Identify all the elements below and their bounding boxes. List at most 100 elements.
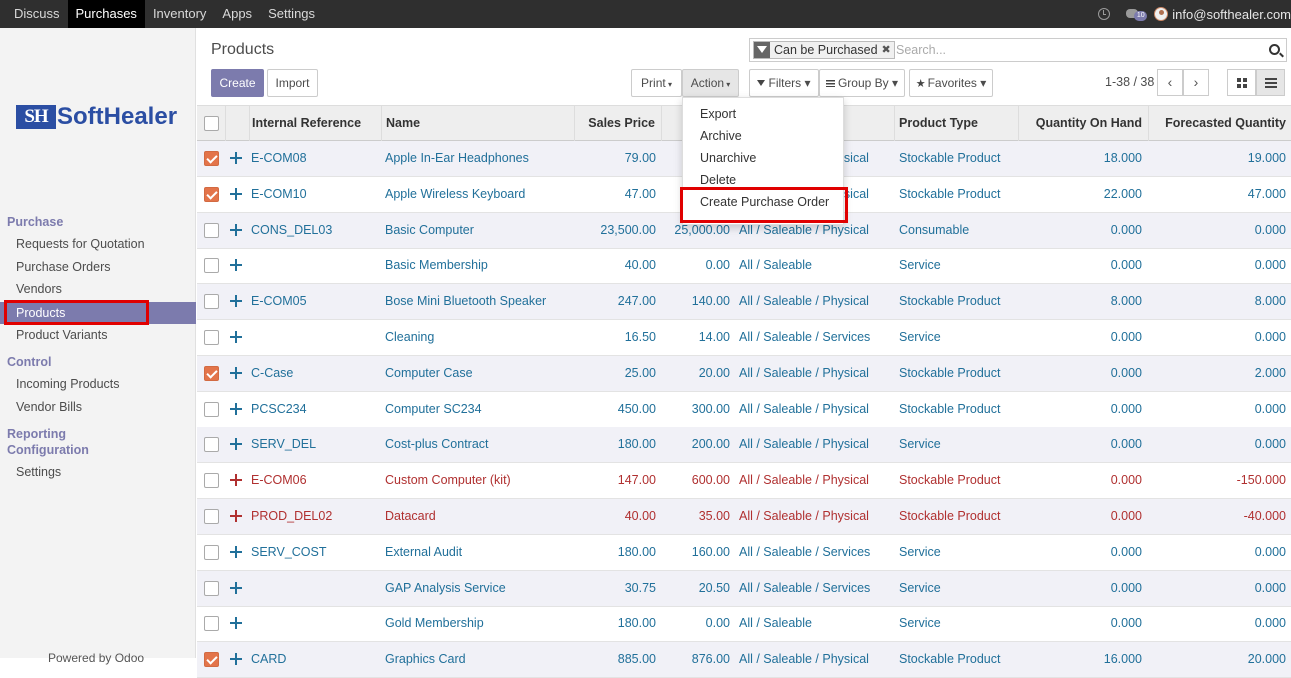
row-checkbox[interactable] [204, 365, 219, 381]
table-row[interactable]: SERV_DEL Cost-plus Contract 180.00 200.00 Al… [197, 427, 1291, 464]
table-row[interactable]: Cleaning 16.50 14.00 All / Saleable / Servi… [197, 320, 1291, 356]
drag-handle-icon[interactable] [230, 331, 242, 343]
row-checkbox[interactable] [204, 186, 219, 202]
table-row[interactable]: Gold Membership 180.00 0.00 All / Saleable S… [197, 606, 1291, 643]
sidebar-item-incoming-products[interactable]: Incoming Products [16, 377, 120, 391]
action-dropdown[interactable]: Action [682, 69, 739, 97]
cell-forecasted-quantity: 8.000 [1254, 294, 1286, 309]
kanban-view-button[interactable] [1227, 69, 1256, 96]
star-icon: ★ [915, 78, 926, 90]
search-icon[interactable] [1269, 44, 1280, 55]
drag-handle-icon[interactable] [230, 474, 242, 487]
row-checkbox[interactable] [204, 437, 219, 453]
activity-clock-icon[interactable] [1098, 8, 1111, 20]
cell-quantity-on-hand: 0.000 [1110, 258, 1142, 273]
cell-internal-reference [251, 320, 381, 355]
drag-handle-icon[interactable] [230, 581, 242, 594]
drag-handle-icon[interactable] [230, 653, 242, 666]
table-row[interactable]: C-Case Computer Case 25.00 20.00 All / Salea… [197, 355, 1291, 392]
row-checkbox[interactable] [204, 294, 219, 310]
row-checkbox[interactable] [204, 401, 219, 417]
row-checkbox[interactable] [204, 473, 219, 489]
drag-handle-icon[interactable] [230, 545, 242, 558]
pager-value[interactable]: 1-38 / 38 [1105, 75, 1154, 89]
row-checkbox[interactable] [204, 580, 219, 596]
column-name[interactable]: Name [381, 106, 574, 142]
print-dropdown[interactable]: Print [631, 69, 682, 97]
cell-cost: 140.00 [691, 294, 730, 309]
table-row[interactable]: PROD_DEL02 Datacard 40.00 35.00 All / Saleab… [197, 499, 1291, 535]
sidebar-item-purchase-orders[interactable]: Purchase Orders [16, 260, 110, 274]
row-checkbox[interactable] [204, 222, 219, 238]
sidebar-item-requests-for-quotation[interactable]: Requests for Quotation [16, 237, 145, 251]
drag-handle-icon[interactable] [230, 617, 242, 630]
powered-by[interactable]: Powered by Odoo [48, 651, 144, 665]
menu-item-export[interactable]: Export [700, 107, 736, 121]
table-row[interactable]: CARD Graphics Card 885.00 876.00 All / Salea… [197, 642, 1291, 678]
section-reporting[interactable]: Reporting [7, 427, 66, 441]
sidebar-item-vendor-bills[interactable]: Vendor Bills [16, 400, 82, 414]
cell-product-category: All / Saleable [739, 258, 812, 273]
menu-purchases[interactable]: Purchases [67, 0, 145, 28]
row-checkbox[interactable] [204, 151, 219, 166]
table-row[interactable]: E-COM06 Custom Computer (kit) 147.00 600.00… [197, 463, 1291, 500]
drag-handle-icon[interactable] [230, 295, 242, 308]
groupby-dropdown[interactable]: Group By ▾ [819, 69, 905, 97]
row-checkbox[interactable] [204, 652, 219, 668]
list-view-button[interactable] [1256, 69, 1285, 96]
menu-item-archive[interactable]: Archive [700, 129, 742, 143]
row-checkbox[interactable] [204, 544, 219, 560]
menu-item-unarchive[interactable]: Unarchive [700, 151, 756, 165]
table-row[interactable]: E-COM05 Bose Mini Bluetooth Speaker 247.00… [197, 284, 1291, 321]
column-product-type[interactable]: Product Type [894, 106, 1018, 142]
menu-apps[interactable]: Apps [214, 0, 260, 28]
drag-handle-icon[interactable] [230, 152, 242, 164]
cell-product-type: Service [899, 437, 941, 452]
drag-handle-icon[interactable] [230, 402, 242, 415]
table-row[interactable]: GAP Analysis Service 30.75 20.50 All / Sale… [197, 570, 1291, 607]
user-avatar[interactable] [1154, 7, 1169, 21]
sidebar-item-settings[interactable]: Settings [16, 465, 61, 479]
column-sales-price[interactable]: Sales Price [574, 106, 661, 142]
table-row[interactable]: PCSC234 Computer SC234 450.00 300.00 All / S… [197, 392, 1291, 428]
handle-column-header [225, 106, 249, 142]
menu-inventory[interactable]: Inventory [145, 0, 214, 28]
cell-internal-reference: CARD [251, 652, 287, 667]
filters-dropdown[interactable]: Filters ▾ [749, 69, 819, 97]
user-menu[interactable]: info@softhealer.com [1172, 7, 1291, 22]
table-row[interactable]: Basic Membership 40.00 0.00 All / Saleable S… [197, 248, 1291, 285]
drag-handle-icon[interactable] [230, 510, 242, 522]
cell-quantity-on-hand: 22.000 [1103, 186, 1142, 201]
table-row[interactable]: SERV_COST External Audit 180.00 160.00 All /… [197, 535, 1291, 571]
row-checkbox[interactable] [204, 616, 219, 632]
menu-item-delete[interactable]: Delete [700, 173, 736, 187]
column-quantity-on-hand[interactable]: Quantity On Hand [1018, 106, 1148, 142]
menu-settings[interactable]: Settings [260, 0, 323, 28]
favorites-dropdown[interactable]: ★ Favorites ▾ [909, 69, 993, 97]
row-checkbox[interactable] [204, 330, 219, 345]
column-forecasted-quantity[interactable]: Forecasted Quantity [1148, 106, 1291, 142]
import-button[interactable]: Import [267, 69, 318, 97]
search-input[interactable]: Search... [896, 43, 946, 57]
filter-icon [754, 42, 770, 58]
menu-discuss[interactable]: Discuss [6, 0, 68, 28]
sidebar-item-vendors[interactable]: Vendors [16, 282, 62, 296]
drag-handle-icon[interactable] [230, 187, 242, 200]
row-checkbox[interactable] [204, 258, 219, 274]
pager-next-button[interactable]: › [1183, 69, 1209, 96]
cell-forecasted-quantity: 0.000 [1254, 401, 1286, 416]
drag-handle-icon[interactable] [230, 259, 242, 272]
drag-handle-icon[interactable] [230, 366, 242, 379]
sidebar-item-product-variants[interactable]: Product Variants [16, 328, 107, 342]
messaging-icon[interactable]: 10 [1126, 8, 1148, 21]
row-checkbox[interactable] [204, 509, 219, 524]
facet-remove-icon[interactable]: ✖ [882, 42, 894, 58]
search-bar[interactable]: Can be Purchased ✖ Search... [749, 38, 1287, 62]
pager-previous-button[interactable]: ‹ [1157, 69, 1183, 96]
column-internal-reference[interactable]: Internal Reference [249, 106, 381, 142]
cell-product-category: All / Saleable / Physical [739, 437, 869, 452]
drag-handle-icon[interactable] [230, 438, 242, 451]
select-all-checkbox[interactable] [204, 116, 219, 131]
create-button[interactable]: Create [211, 69, 264, 97]
drag-handle-icon[interactable] [230, 223, 242, 236]
